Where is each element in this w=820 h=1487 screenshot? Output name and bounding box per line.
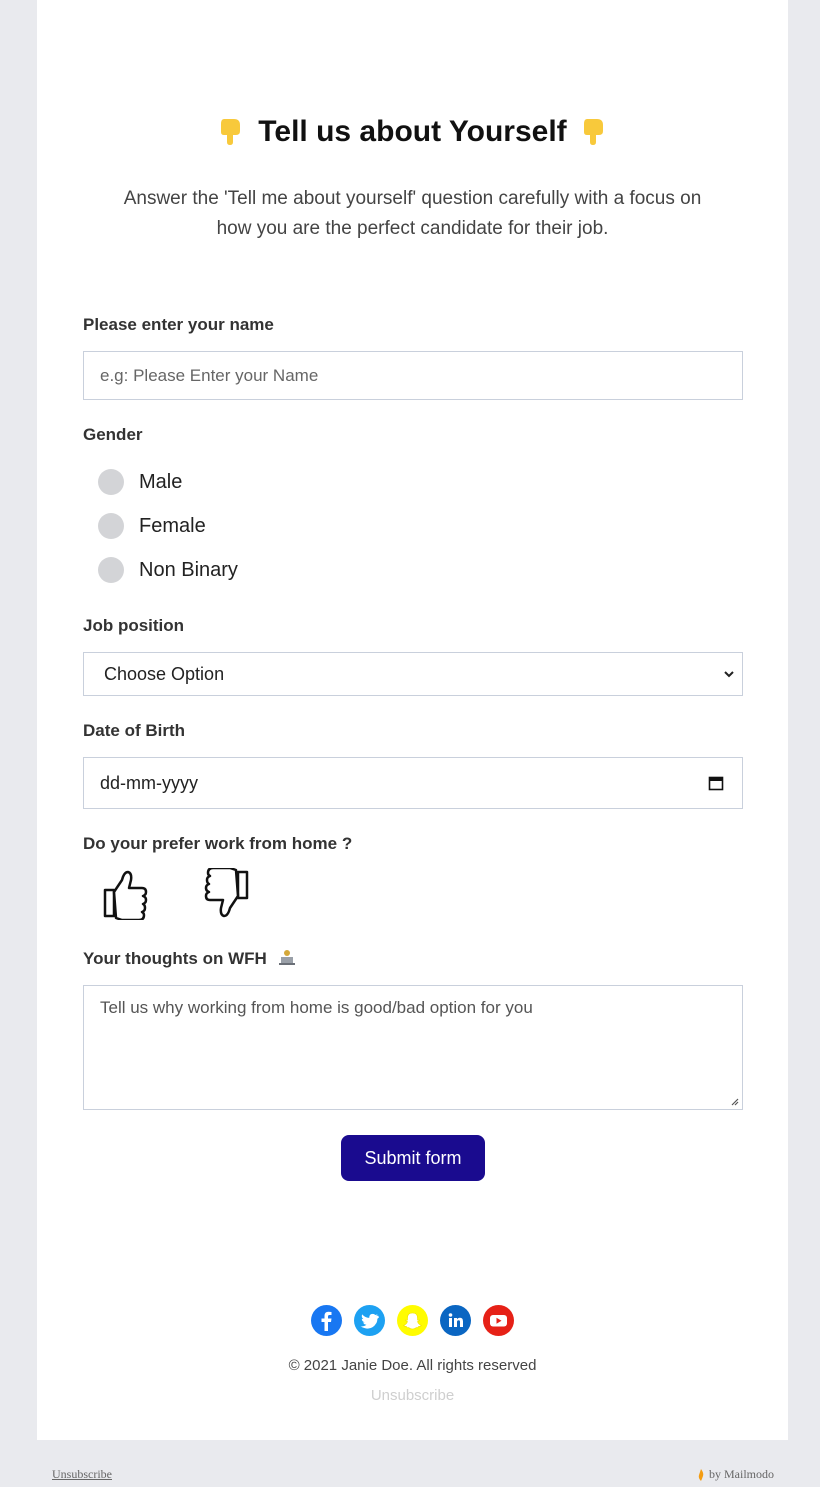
textarea-placeholder: Tell us why working from home is good/ba… — [100, 998, 533, 1017]
pointing-down-emoji-icon — [221, 119, 241, 145]
email-card: Tell us about Yourself Answer the 'Tell … — [37, 0, 788, 1440]
chevron-down-icon — [724, 671, 734, 678]
subtitle: Answer the 'Tell me about yourself' ques… — [87, 184, 738, 244]
resize-handle-icon[interactable] — [729, 1096, 739, 1106]
radio-label: Non Binary — [139, 558, 238, 581]
radio-label: Female — [139, 514, 206, 537]
thoughts-label-text: Your thoughts on WFH — [83, 949, 267, 968]
radio-button[interactable] — [98, 557, 124, 583]
unsubscribe-link[interactable]: Unsubscribe — [37, 1387, 788, 1404]
youtube-icon[interactable] — [483, 1305, 514, 1336]
subtitle-line-2: how you are the perfect candidate for th… — [216, 218, 609, 239]
wfh-label: Do your prefer work from home ? — [83, 834, 353, 853]
name-label: Please enter your name — [83, 315, 274, 334]
linkedin-icon[interactable] — [440, 1305, 471, 1336]
radio-label: Male — [139, 470, 183, 493]
job-label: Job position — [83, 616, 185, 635]
gender-label: Gender — [83, 425, 143, 444]
thoughts-label: Your thoughts on WFH — [83, 949, 296, 969]
page-unsubscribe-link[interactable]: Unsubscribe — [52, 1467, 112, 1482]
gender-option-female[interactable]: Female — [98, 511, 206, 541]
select-value: Choose Option — [104, 663, 225, 684]
thumbs-up-icon[interactable] — [101, 868, 151, 920]
page-title: Tell us about Yourself — [37, 112, 788, 152]
snapchat-icon[interactable] — [397, 1305, 428, 1336]
title-text: Tell us about Yourself — [258, 115, 567, 148]
twitter-icon[interactable] — [354, 1305, 385, 1336]
mailmodo-logo-icon — [698, 1468, 704, 1481]
wfh-thoughts-textarea[interactable]: Tell us why working from home is good/ba… — [83, 985, 743, 1110]
gender-option-non-binary[interactable]: Non Binary — [98, 555, 238, 585]
dob-label: Date of Birth — [83, 721, 185, 740]
gender-option-male[interactable]: Male — [98, 467, 182, 497]
name-input[interactable] — [83, 351, 743, 400]
mailmodo-credit-text: by Mailmodo — [709, 1467, 774, 1481]
laptop-person-emoji-icon — [278, 950, 295, 965]
social-links — [37, 1305, 788, 1336]
radio-button[interactable] — [98, 469, 124, 495]
date-of-birth-input[interactable]: dd-mm-yyyy — [83, 757, 743, 809]
copyright-text: © 2021 Janie Doe. All rights reserved — [288, 1357, 537, 1374]
date-value: dd-mm-yyyy — [100, 772, 198, 793]
radio-button[interactable] — [98, 513, 124, 539]
thumbs-down-icon[interactable] — [201, 868, 251, 920]
mailmodo-credit[interactable]: by Mailmodo — [697, 1467, 774, 1482]
job-position-select[interactable]: Choose Option — [83, 652, 743, 696]
facebook-icon[interactable] — [311, 1305, 342, 1336]
pointing-down-emoji-icon — [583, 119, 603, 145]
subtitle-line-1: Answer the 'Tell me about yourself' ques… — [123, 188, 702, 209]
submit-button[interactable]: Submit form — [341, 1135, 485, 1181]
calendar-icon[interactable] — [708, 775, 724, 791]
